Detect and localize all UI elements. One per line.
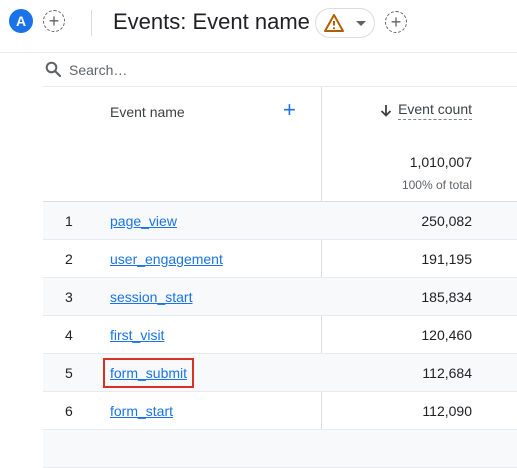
total-event-count: 1,010,007: [409, 154, 472, 170]
event-name-link[interactable]: first_visit: [110, 327, 164, 343]
row-index: 3: [65, 289, 73, 305]
sort-descending-arrow-icon: [380, 105, 392, 117]
table-row: 4 first_visit 120,460: [43, 316, 517, 354]
search-icon: [45, 61, 61, 77]
event-name-link[interactable]: session_start: [110, 289, 192, 305]
account-avatar[interactable]: A: [9, 9, 33, 33]
add-comparison-plus-icon[interactable]: +: [43, 10, 65, 32]
add-filter-plus-icon[interactable]: +: [385, 11, 407, 33]
event-count-value: 112,684: [422, 365, 472, 381]
row-index: 6: [65, 403, 73, 419]
table-row: 1 page_view 250,082: [43, 202, 517, 240]
event-count-value: 191,195: [421, 251, 472, 267]
warning-icon: [324, 14, 344, 32]
row-index: 1: [65, 213, 73, 229]
event-count-value: 112,090: [422, 403, 472, 419]
warning-dropdown[interactable]: [315, 8, 375, 38]
column-header-event-name[interactable]: Event name: [110, 104, 185, 120]
table-row: 3 session_start 185,834: [43, 278, 517, 316]
event-count-value: 185,834: [421, 289, 472, 305]
table-row: 6 form_start 112,090: [43, 392, 517, 430]
total-percent: 100% of total: [401, 178, 472, 192]
table-row: 2 user_engagement 191,195: [43, 240, 517, 278]
event-name-link-highlighted[interactable]: form_submit: [102, 358, 195, 388]
search-bar: [43, 53, 517, 86]
event-name-link[interactable]: page_view: [110, 213, 177, 229]
search-input[interactable]: [67, 58, 491, 82]
row-index: 5: [65, 365, 73, 381]
page-title: Events: Event name: [113, 9, 310, 34]
events-table: Event name + Event count 1,010,007 100% …: [43, 87, 517, 468]
event-count-header-label: Event count: [398, 101, 472, 120]
table-row-partial: [43, 430, 517, 468]
header: A + Events: Event name +: [0, 0, 517, 52]
event-count-value: 120,460: [421, 327, 472, 343]
header-divider: [91, 10, 92, 36]
event-name-link[interactable]: form_start: [110, 403, 173, 419]
table-header: Event name + Event count 1,010,007 100% …: [43, 87, 517, 202]
event-name-link[interactable]: user_engagement: [110, 251, 223, 267]
table-row: 5 form_submit 112,684: [43, 354, 517, 392]
chevron-down-icon: [356, 21, 366, 26]
column-header-event-count[interactable]: Event count: [380, 101, 472, 120]
row-index: 4: [65, 327, 73, 343]
add-dimension-plus-icon[interactable]: +: [283, 99, 296, 121]
row-index: 2: [65, 251, 73, 267]
event-count-value: 250,082: [421, 213, 472, 229]
